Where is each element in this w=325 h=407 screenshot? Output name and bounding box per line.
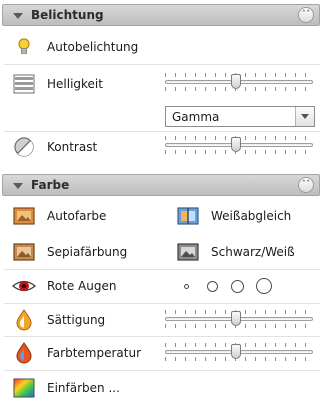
- einfaerben-button[interactable]: Einfärben ...: [0, 373, 325, 403]
- farbtemperatur-label: Farbtemperatur: [47, 346, 142, 360]
- rote-augen-row: Rote Augen: [0, 271, 325, 301]
- saettigung-slider[interactable]: [165, 307, 313, 331]
- contrast-icon: [14, 137, 34, 157]
- schwarzweiss-label: Schwarz/Weiß: [211, 245, 295, 259]
- red-eye-size-1[interactable]: [184, 284, 189, 289]
- saettigung-label: Sättigung: [47, 313, 106, 327]
- section-header-farbe[interactable]: Farbe ˆˆ: [2, 174, 320, 196]
- black-white-icon: [177, 243, 199, 261]
- section-title-belichtung: Belichtung: [31, 8, 104, 22]
- sepiafaerbung-button[interactable]: Sepiafärbung: [0, 237, 160, 267]
- slider-thumb[interactable]: [231, 311, 242, 326]
- divider: [4, 370, 320, 371]
- auto-color-icon: [13, 207, 35, 225]
- sepiafaerbung-label: Sepiafärbung: [47, 245, 128, 259]
- colorize-icon: [13, 378, 35, 398]
- weissabgleich-label: Weißabgleich: [211, 209, 292, 223]
- lightbulb-icon: [18, 38, 30, 54]
- saturation-icon: [16, 309, 32, 331]
- section-header-belichtung[interactable]: Belichtung ˆˆ: [2, 4, 320, 26]
- kontrast-label: Kontrast: [47, 140, 98, 154]
- brightness-icon: [13, 74, 35, 94]
- chevron-down-icon[interactable]: [295, 107, 314, 126]
- divider: [4, 64, 320, 65]
- kontrast-slider[interactable]: [165, 133, 313, 157]
- autofarbe-button[interactable]: Autofarbe: [0, 201, 160, 231]
- collapse-chevron-up-icon[interactable]: ˆˆ: [298, 7, 314, 23]
- einfaerben-label: Einfärben ...: [47, 381, 120, 395]
- autofarbe-label: Autofarbe: [47, 209, 107, 223]
- schwarzweiss-button[interactable]: Schwarz/Weiß: [160, 237, 320, 267]
- divider: [4, 303, 320, 304]
- color-preset-row-2: Sepiafärbung Schwarz/Weiß: [0, 237, 325, 267]
- expand-triangle-icon: [13, 13, 23, 19]
- kontrast-row: Kontrast: [0, 132, 325, 162]
- collapse-chevron-up-icon[interactable]: ˆˆ: [298, 177, 314, 193]
- divider: [4, 336, 320, 337]
- autobelichtung-row[interactable]: Autobelichtung: [0, 32, 325, 62]
- red-eye-size-3[interactable]: [231, 280, 244, 293]
- sepia-icon: [13, 243, 35, 261]
- slider-thumb[interactable]: [231, 74, 242, 89]
- red-eye-icon: [12, 280, 36, 292]
- slider-thumb[interactable]: [231, 344, 242, 359]
- helligkeit-slider[interactable]: [165, 70, 313, 94]
- rote-augen-label: Rote Augen: [47, 279, 117, 293]
- farbtemperatur-row: Farbtemperatur: [0, 338, 325, 368]
- red-eye-size-2[interactable]: [207, 281, 218, 292]
- red-eye-size-4[interactable]: [256, 278, 272, 294]
- section-title-farbe: Farbe: [31, 178, 70, 192]
- gamma-dropdown[interactable]: Gamma: [165, 106, 315, 127]
- color-preset-row-1: Autofarbe Weißabgleich: [0, 201, 325, 231]
- helligkeit-row: Helligkeit: [0, 69, 325, 99]
- gamma-selected: Gamma: [172, 110, 220, 124]
- color-temperature-icon: [16, 342, 32, 364]
- expand-triangle-icon: [13, 183, 23, 189]
- helligkeit-label: Helligkeit: [47, 77, 103, 91]
- divider: [4, 269, 320, 270]
- saettigung-row: Sättigung: [0, 305, 325, 335]
- white-balance-icon: [177, 207, 199, 225]
- autobelichtung-label: Autobelichtung: [47, 40, 139, 54]
- slider-thumb[interactable]: [231, 137, 242, 152]
- farbtemperatur-slider[interactable]: [165, 340, 313, 364]
- weissabgleich-button[interactable]: Weißabgleich: [160, 201, 320, 231]
